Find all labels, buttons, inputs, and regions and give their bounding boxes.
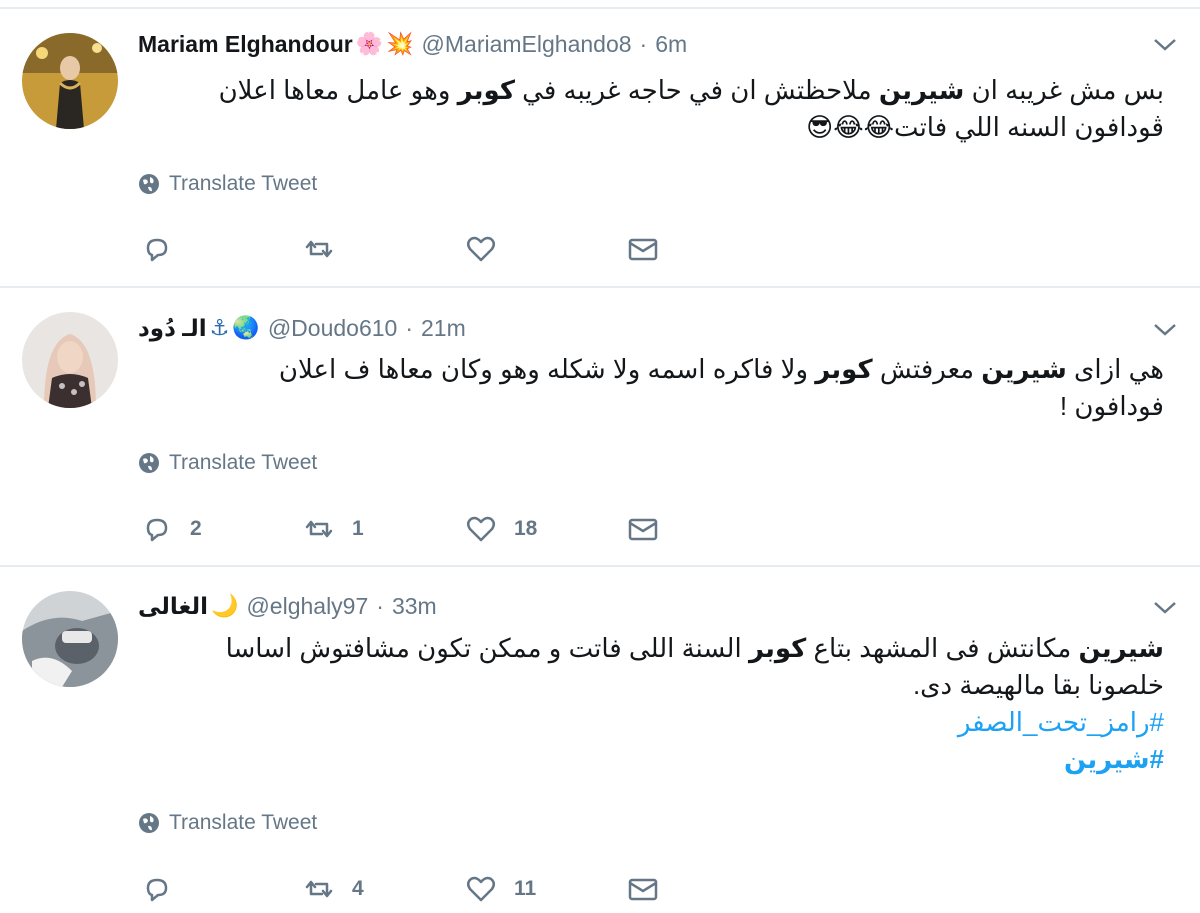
timestamp[interactable]: 33m (392, 593, 437, 620)
keyword: كوبر (815, 354, 873, 384)
retweet-button[interactable]: 1 (302, 512, 464, 546)
translate-label: Translate Tweet (169, 172, 318, 195)
tweet-actions: 2 1 18 (140, 512, 788, 546)
tweet-text: هي ازاى شيرين معرفتش كوبر ولا فاكره اسمه… (278, 354, 1164, 421)
username[interactable]: @elghaly97 (246, 593, 368, 620)
like-button[interactable] (464, 232, 626, 266)
retweet-button[interactable]: 4 (302, 872, 464, 906)
reply-button[interactable]: 2 (140, 512, 302, 546)
direct-message-button[interactable] (626, 512, 788, 546)
avatar[interactable] (22, 312, 118, 408)
envelope-icon (628, 878, 658, 901)
retweet-icon (305, 240, 333, 258)
name-emoji: 🌏 (232, 315, 260, 340)
separator-dot: · (376, 592, 384, 619)
envelope-icon (628, 238, 658, 261)
separator-dot: · (405, 314, 413, 341)
tweet-1[interactable]: Mariam Elghandour 🌸 💥 @MariamElghando8 ·… (0, 0, 1200, 287)
translate-label: Translate Tweet (169, 811, 318, 834)
retweet-icon (305, 520, 333, 538)
chevron-down-icon[interactable] (1152, 599, 1178, 617)
retweet-count: 4 (352, 877, 364, 900)
name-emoji: 💥 (386, 31, 414, 56)
username[interactable]: @Doudo610 (268, 315, 398, 342)
hashtag-link[interactable]: #رامز_تحت_الصفر (958, 707, 1164, 737)
keyword: كوبر (457, 75, 515, 105)
translate-tweet-link[interactable]: Translate Tweet (138, 811, 317, 835)
keyword: كوبر (748, 633, 807, 663)
reply-count: 2 (190, 517, 202, 540)
name-emoji: 🌙 (211, 593, 239, 618)
like-count: 18 (514, 517, 538, 540)
reply-button[interactable] (140, 872, 302, 906)
translate-tweet-link[interactable]: Translate Tweet (138, 172, 317, 196)
display-name[interactable]: الغالى (138, 593, 208, 620)
like-button[interactable]: 18 (464, 512, 626, 546)
direct-message-button[interactable] (626, 232, 788, 266)
separator-dot: · (639, 30, 648, 57)
globe-icon (139, 453, 159, 473)
username[interactable]: @MariamElghando8 (422, 31, 632, 58)
heart-icon (467, 516, 495, 542)
keyword: شيرين (878, 75, 965, 105)
reply-icon (146, 878, 168, 902)
reply-button[interactable] (140, 232, 302, 266)
timestamp[interactable]: 6m (655, 31, 687, 58)
retweet-icon (305, 880, 333, 898)
direct-message-button[interactable] (626, 872, 788, 906)
like-count: 11 (514, 877, 537, 900)
reply-icon (146, 518, 168, 542)
avatar[interactable] (22, 33, 118, 129)
hashtag-link[interactable]: #شيرين (1064, 744, 1164, 774)
heart-icon (467, 876, 495, 902)
tweet-2[interactable]: الـ دُود ⚓ 🌏 @Doudo610 · 21m هي ازاى شير… (0, 288, 1200, 565)
tweet-3[interactable]: الغالى 🌙 @elghaly97 · 33m شيرين مكانتش ف… (0, 567, 1200, 913)
heart-icon (467, 236, 495, 262)
retweet-count: 1 (352, 517, 364, 540)
chevron-down-icon[interactable] (1152, 321, 1178, 339)
chevron-down-icon[interactable] (1152, 36, 1178, 54)
keyword: شيرين (981, 354, 1067, 384)
reply-icon (146, 238, 168, 262)
globe-icon (139, 813, 159, 833)
display-name[interactable]: الـ دُود (138, 315, 207, 342)
avatar[interactable] (22, 591, 118, 687)
tweet-text: بس مش غريبه ان شيرين ملاحظتش ان في حاجه … (218, 75, 1164, 142)
envelope-icon (628, 518, 658, 541)
name-emoji: 🌸 (355, 31, 384, 56)
keyword: شيرين (1078, 633, 1164, 663)
globe-icon (139, 174, 159, 194)
timestamp[interactable]: 21m (421, 315, 466, 342)
tweet-actions (140, 232, 788, 266)
retweet-button[interactable] (302, 232, 464, 266)
translate-tweet-link[interactable]: Translate Tweet (138, 451, 317, 475)
like-button[interactable]: 11 (464, 872, 626, 906)
tweet-text: شيرين مكانتش فى المشهد بتاع كوبر السنة ا… (225, 633, 1164, 774)
tweet-actions: 4 11 (140, 872, 788, 906)
translate-label: Translate Tweet (169, 451, 318, 474)
name-emoji: ⚓ (209, 315, 230, 340)
display-name[interactable]: Mariam Elghandour (138, 31, 353, 58)
